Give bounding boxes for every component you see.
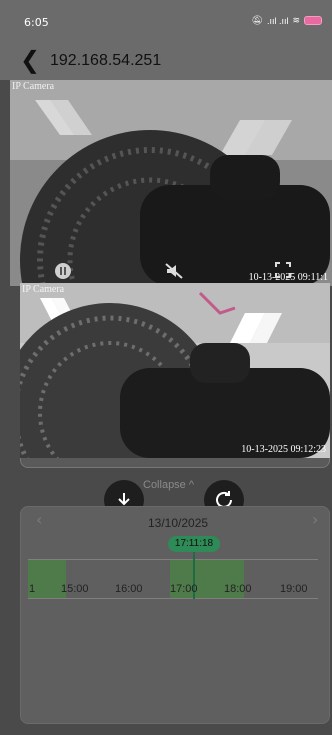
next-day-button[interactable]: ›	[312, 510, 318, 529]
status-icons: 🔕︎ .ııl .ııl ≋	[251, 15, 322, 26]
timeline-tick: 1	[29, 583, 36, 595]
mute-icon[interactable]	[165, 262, 183, 283]
fullscreen-icon[interactable]	[275, 262, 291, 281]
timeline-tick: 16:00	[115, 583, 143, 595]
video-timestamp: 10-13-2025 09:12:23	[241, 444, 326, 455]
timeline-tick: 18:00	[224, 583, 252, 595]
back-button[interactable]: ❮	[20, 48, 40, 72]
pause-icon[interactable]	[54, 262, 72, 283]
playback-video[interactable]: IP Camera 10-13-2025 09:12:23	[20, 283, 330, 458]
live-video[interactable]: IP Camera 10-13-2025 09:11:1	[10, 80, 332, 286]
signal-icon: .ııl .ııl	[266, 15, 289, 26]
status-bar: 6:05 🔕︎ .ııl .ııl ≋	[0, 0, 332, 40]
video-panel-footer	[20, 458, 330, 468]
app-header: ❮ 192.168.54.251	[0, 40, 332, 80]
timeline-tick: 17:00	[170, 583, 198, 595]
collapse-toggle[interactable]: Collapse ^	[143, 479, 194, 491]
wifi-icon: ≋	[292, 15, 300, 25]
timeline-date: 13/10/2025	[148, 516, 209, 530]
prev-day-button[interactable]: ‹	[36, 510, 42, 529]
live-video-frame	[10, 80, 332, 286]
timeline-tick: 15:00	[61, 583, 89, 595]
page-title: 192.168.54.251	[50, 52, 162, 69]
playback-video-frame	[20, 283, 330, 458]
camera-label: IP Camera	[12, 81, 55, 92]
camera-label: IP Camera	[22, 284, 65, 295]
timeline-tick: 19:00	[280, 583, 308, 595]
status-time: 6:05	[24, 16, 49, 29]
mute-status-icon: 🔕︎	[251, 15, 263, 25]
battery-icon	[304, 16, 322, 25]
current-time-badge: 17:11:18	[168, 536, 220, 552]
